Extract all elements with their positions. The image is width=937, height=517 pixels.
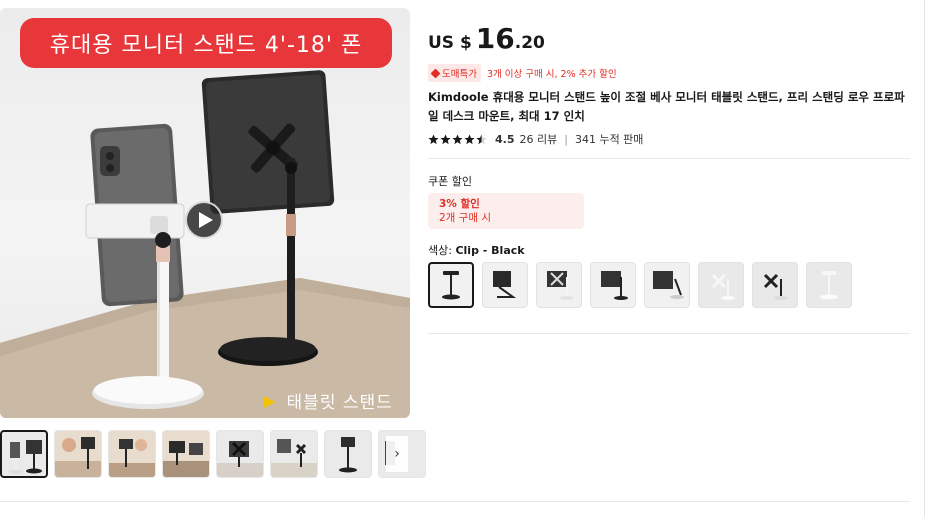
thumbnail-strip	[0, 430, 426, 478]
panel-border	[924, 0, 925, 517]
promo-badge-label: 도매특가	[442, 69, 477, 80]
color-label: 색상: Clip - Black	[428, 242, 525, 258]
coupon-condition: 2개 구매 시	[439, 212, 491, 224]
thumbnail-2[interactable]	[54, 430, 102, 478]
review-count[interactable]: 26 리뷰	[520, 131, 558, 147]
thumbnail-6[interactable]	[270, 430, 318, 478]
star-icon	[464, 133, 475, 144]
coupon-discount: 3% 할인	[439, 198, 480, 210]
thumbnail-4[interactable]	[162, 430, 210, 478]
promo-text: 3개 이상 구매 시, 2% 추가 할인	[486, 69, 617, 80]
star-icon	[428, 133, 439, 144]
price-decimal: .20	[514, 33, 545, 53]
sold-count: 341 누적 판매	[574, 133, 644, 146]
star-rating	[428, 133, 487, 145]
thumbnail-5[interactable]	[216, 430, 264, 478]
color-swatches	[428, 262, 852, 308]
rating-row[interactable]: 4.5 26 리뷰 | 341 누적 판매	[428, 131, 643, 147]
swatch-2[interactable]	[482, 262, 528, 308]
video-play-button[interactable]	[185, 201, 223, 239]
chevron-right-icon[interactable]: ›	[386, 436, 408, 472]
divider: |	[564, 132, 568, 146]
promo-badge: 도매특가	[428, 64, 481, 82]
thumbnail-7[interactable]	[324, 430, 372, 478]
price-currency: US $	[428, 33, 472, 53]
swatch-clip-black[interactable]	[428, 262, 474, 308]
image-caption: ▶ 태블릿 스탠드	[264, 388, 393, 414]
swatch-7[interactable]	[752, 262, 798, 308]
selected-color: Clip - Black	[455, 244, 525, 257]
star-icon	[452, 133, 463, 144]
rating-score: 4.5	[495, 132, 515, 146]
color-label-prefix: 색상:	[428, 244, 456, 257]
diamond-icon	[430, 68, 441, 78]
banner-text: 휴대용 모니터 스탠드 4'-18' 폰	[49, 33, 363, 58]
price: US $ 16 .20	[428, 22, 545, 55]
section-divider	[428, 333, 910, 334]
thumbnail-3[interactable]	[108, 430, 156, 478]
thumbnail-1[interactable]	[0, 430, 48, 478]
coupon-card[interactable]: 3% 할인 2개 구매 시	[428, 193, 584, 229]
promo-banner: 휴대용 모니터 스탠드 4'-18' 폰	[20, 18, 392, 68]
section-divider	[428, 158, 910, 159]
caption-text: 태블릿 스탠드	[286, 393, 393, 413]
play-triangle-icon: ▶	[264, 391, 277, 410]
product-title: Kimdoole 휴대용 모니터 스탠드 높이 조절 베사 모니터 태블릿 스탠…	[428, 90, 905, 123]
star-icon	[440, 133, 451, 144]
swatch-8[interactable]	[806, 262, 852, 308]
price-integer: 16	[475, 22, 515, 55]
main-product-image[interactable]: 휴대용 모니터 스탠드 4'-18' 폰 ▶ 태블릿 스탠드	[0, 8, 410, 418]
page-divider	[0, 501, 910, 502]
promo-row: 도매특가 3개 이상 구매 시, 2% 추가 할인	[428, 64, 617, 82]
coupon-label: 쿠폰 할인	[428, 175, 472, 188]
swatch-5[interactable]	[644, 262, 690, 308]
play-icon	[198, 212, 213, 228]
swatch-3[interactable]	[536, 262, 582, 308]
swatch-4[interactable]	[590, 262, 636, 308]
swatch-6[interactable]	[698, 262, 744, 308]
half-star-icon	[476, 133, 487, 144]
